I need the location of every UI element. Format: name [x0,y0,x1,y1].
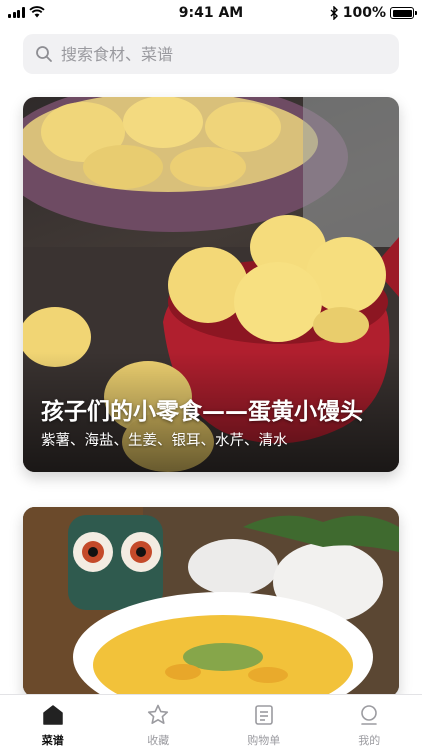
recipe-title: 孩子们的小零食——蛋黄小馒头 [41,399,363,425]
search-icon [36,46,52,62]
status-right: 100% [330,5,417,21]
list-icon [254,705,273,725]
battery-level [392,9,412,17]
tab-favorites[interactable]: 收藏 [106,695,212,750]
tab-label: 购物单 [247,734,281,747]
tab-label: 收藏 [147,734,170,747]
star-icon [148,704,169,724]
tab-shopping-list[interactable]: 购物单 [211,695,317,750]
recipe-ingredients: 紫薯、海盐、生姜、银耳、水芹、清水 [41,433,288,449]
status-bar: 9:41 AM 100% [0,0,422,26]
tab-label: 菜谱 [41,734,64,747]
search-input[interactable] [61,44,381,64]
tab-recipes[interactable]: 菜谱 [0,695,106,750]
battery-icon [390,7,417,19]
battery-percentage: 100% [342,5,386,21]
tab-profile[interactable]: 我的 [317,695,422,750]
profile-icon [361,705,378,725]
recipe-card[interactable] [23,507,399,697]
home-icon [43,705,63,725]
tab-label: 我的 [358,734,381,747]
bluetooth-icon [330,6,338,20]
recipe-card[interactable]: 孩子们的小零食——蛋黄小馒头 紫薯、海盐、生姜、银耳、水芹、清水 [23,97,399,472]
recipe-photo [23,507,399,697]
tab-bar: 菜谱 收藏 购物单 我的 [0,694,422,750]
search-bar[interactable] [23,34,399,74]
